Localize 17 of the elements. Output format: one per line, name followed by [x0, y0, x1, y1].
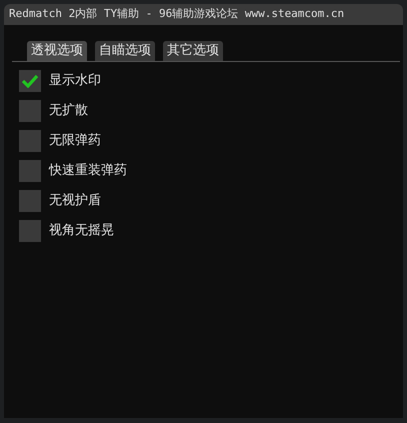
tab[interactable]: 自瞄选项: [95, 41, 155, 61]
checkbox[interactable]: [19, 70, 41, 92]
checkbox[interactable]: [19, 190, 41, 212]
checkbox[interactable]: [19, 100, 41, 122]
option-label: 显示水印: [49, 72, 101, 90]
checkmark-icon: [21, 74, 39, 88]
window-title: Redmatch 2内部 TY辅助 - 96辅助游戏论坛 www.steamcom.cn: [9, 6, 344, 22]
option-label: 快速重装弹药: [49, 162, 127, 180]
option-label: 无限弹药: [49, 132, 101, 150]
option-label: 无视护盾: [49, 192, 101, 210]
option-label: 视角无摇晃: [49, 222, 114, 240]
option-label: 无扩散: [49, 102, 88, 120]
checkbox[interactable]: [19, 220, 41, 242]
tab[interactable]: 透视选项: [27, 41, 87, 61]
checkbox[interactable]: [19, 160, 41, 182]
tab[interactable]: 其它选项: [163, 41, 223, 61]
checkbox[interactable]: [19, 130, 41, 152]
